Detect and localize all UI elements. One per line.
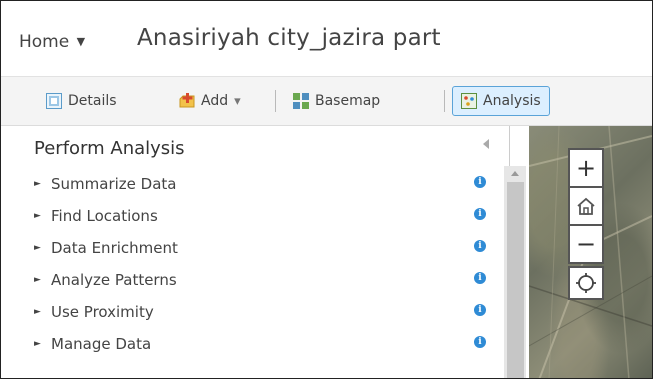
- header: Home ▼ Anasiriyah city_jazira part: [1, 1, 652, 77]
- zoom-out-button[interactable]: −: [570, 226, 602, 262]
- chevron-down-icon: ▾: [234, 93, 241, 109]
- list-item-analyze-patterns[interactable]: ► Analyze Patterns: [34, 270, 177, 290]
- scrollbar-thumb[interactable]: [507, 182, 524, 378]
- list-item-data-enrichment[interactable]: ► Data Enrichment: [34, 238, 178, 258]
- plus-icon: +: [575, 154, 597, 182]
- list-item-summarize-data[interactable]: ► Summarize Data: [34, 174, 176, 194]
- analysis-label: Analysis: [483, 93, 541, 109]
- toolbar-divider: [444, 90, 445, 112]
- list-item-label: Use Proximity: [51, 303, 154, 321]
- zoom-in-button[interactable]: +: [570, 150, 602, 188]
- chevron-right-icon: ►: [34, 339, 41, 349]
- home-label: Home: [19, 32, 70, 52]
- info-icon[interactable]: i: [474, 176, 486, 188]
- list-item-use-proximity[interactable]: ► Use Proximity: [34, 302, 154, 322]
- add-button[interactable]: Add ▾: [179, 88, 241, 114]
- zoom-controls: + −: [568, 148, 604, 264]
- toolbar-divider: [275, 90, 276, 112]
- info-icon[interactable]: i: [474, 208, 486, 220]
- chevron-right-icon: ►: [34, 243, 41, 253]
- info-icon[interactable]: i: [474, 272, 486, 284]
- chevron-right-icon: ►: [34, 307, 41, 317]
- analysis-button[interactable]: Analysis: [452, 86, 550, 116]
- details-icon: [46, 93, 62, 109]
- collapse-panel-icon[interactable]: [483, 139, 489, 149]
- locate-icon: [576, 273, 596, 293]
- chevron-right-icon: ►: [34, 211, 41, 221]
- list-item-label: Analyze Patterns: [51, 271, 177, 289]
- chevron-down-icon: ▼: [76, 35, 86, 48]
- list-item-label: Summarize Data: [51, 175, 177, 193]
- minus-icon: −: [575, 230, 597, 258]
- basemap-label: Basemap: [315, 93, 381, 109]
- list-item-label: Data Enrichment: [51, 239, 178, 257]
- basemap-grid-icon: [293, 93, 309, 109]
- list-item-label: Find Locations: [51, 207, 158, 225]
- panel-title: Perform Analysis: [34, 138, 185, 159]
- details-button[interactable]: Details: [46, 88, 117, 114]
- add-icon: [179, 93, 195, 109]
- home-menu[interactable]: Home ▼: [19, 32, 85, 52]
- map-title: Anasiriyah city_jazira part: [137, 25, 441, 51]
- list-item-find-locations[interactable]: ► Find Locations: [34, 206, 158, 226]
- info-icon[interactable]: i: [474, 240, 486, 252]
- chevron-right-icon: ►: [34, 275, 41, 285]
- app-window: Home ▼ Anasiriyah city_jazira part Detai…: [0, 0, 653, 379]
- info-icon[interactable]: i: [474, 336, 486, 348]
- default-extent-button[interactable]: [570, 188, 602, 226]
- list-item-label: Manage Data: [51, 335, 152, 353]
- locate-button[interactable]: [568, 266, 604, 300]
- home-icon: [577, 197, 595, 215]
- add-label: Add: [201, 93, 229, 109]
- basemap-button[interactable]: Basemap: [293, 88, 380, 114]
- analysis-icon: [461, 93, 477, 109]
- toolbar: Details Add ▾ Basemap Analysis: [1, 77, 652, 126]
- scroll-up-icon[interactable]: [511, 171, 519, 176]
- info-icon[interactable]: i: [474, 304, 486, 316]
- chevron-right-icon: ►: [34, 179, 41, 189]
- list-item-manage-data[interactable]: ► Manage Data: [34, 334, 151, 354]
- analysis-panel: Perform Analysis ► Summarize Data i ► Fi…: [1, 126, 510, 378]
- details-label: Details: [68, 93, 117, 109]
